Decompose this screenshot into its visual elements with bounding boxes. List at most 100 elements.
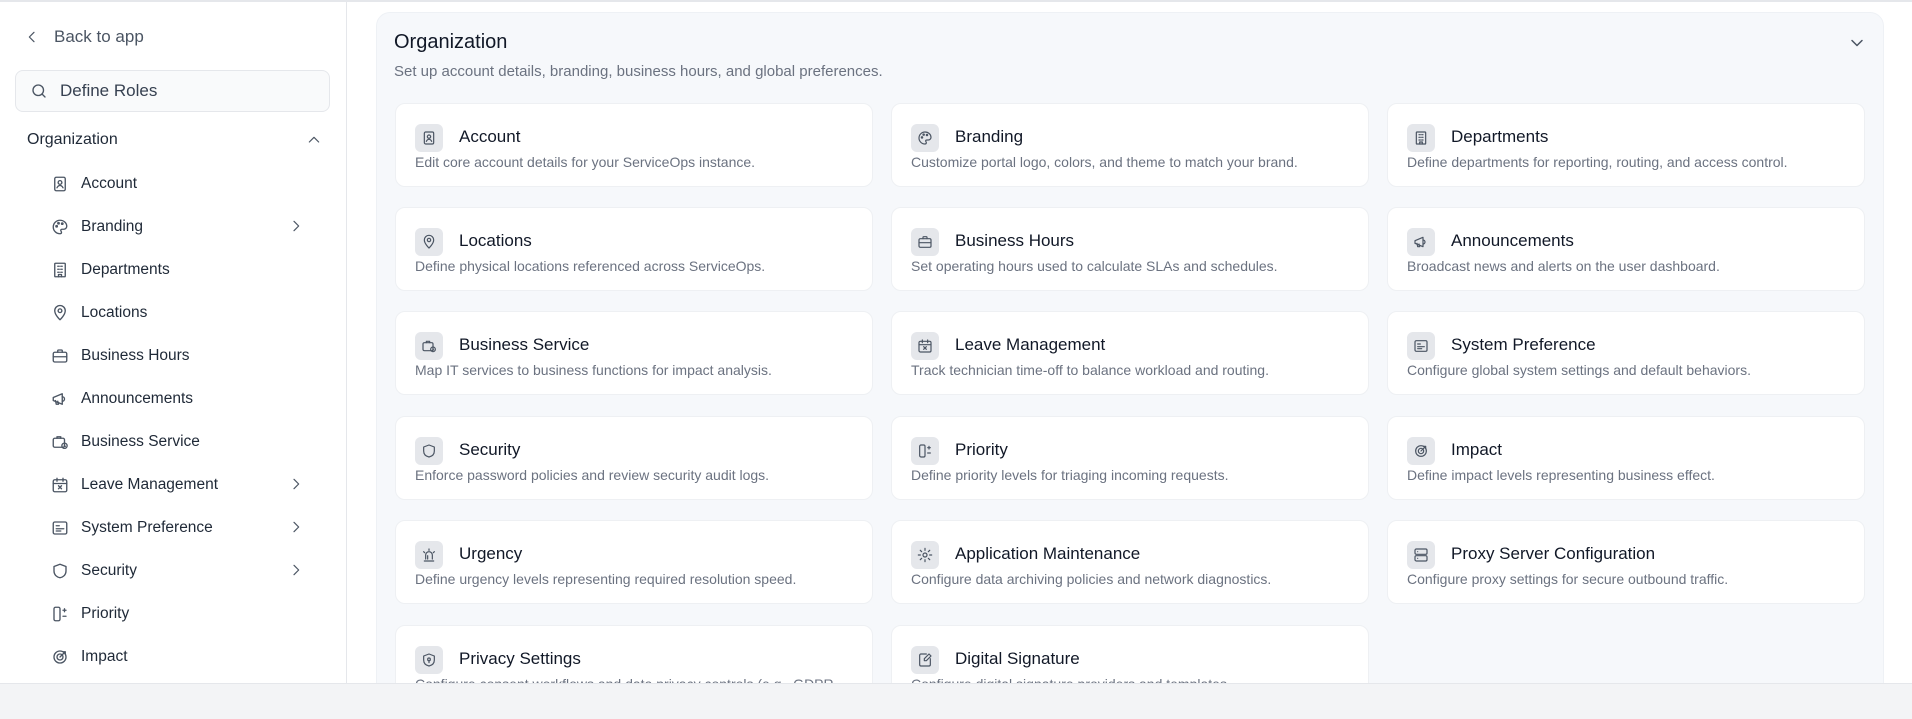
card-system-preference[interactable]: System Preference Configure global system… (1387, 311, 1865, 395)
card-title: Digital Signature (955, 649, 1080, 668)
calendar-x-icon (911, 332, 939, 360)
card-title: Application Maintenance (955, 544, 1141, 563)
card-title: Branding (955, 127, 1024, 146)
account-icon (50, 174, 70, 194)
back-to-app-label: Back to app (54, 27, 144, 46)
card-leave-management[interactable]: Leave Management Track technician time-of… (891, 311, 1369, 395)
card-title: Business Hours (955, 231, 1075, 250)
section-organization-toggle[interactable]: Organization (27, 126, 322, 154)
card-description: Define impact levels representing busine… (1407, 467, 1715, 483)
card-description: Map IT services to business functions fo… (415, 362, 772, 378)
card-privacy-settings[interactable]: Privacy Settings Configure consent workfl… (395, 625, 873, 683)
card-title: Priority (955, 440, 1008, 459)
sidebar-item-label: Business Hours (81, 346, 190, 364)
card-urgency[interactable]: Urgency Define urgency levels representin… (395, 520, 873, 604)
palette-icon (50, 217, 70, 237)
card-description: Set operating hours used to calculate SL… (911, 258, 1278, 274)
card-branding[interactable]: Branding Customize portal logo, colors, a… (891, 103, 1369, 187)
sidebar-item-label: Account (81, 174, 138, 192)
target-icon (50, 647, 70, 667)
chevron-down-icon[interactable] (1847, 33, 1867, 53)
card-account[interactable]: Account Edit core account details for you… (395, 103, 873, 187)
card-title: Account (459, 127, 521, 146)
card-description: Configure proxy settings for secure outb… (1407, 571, 1729, 587)
sidebar-item-label: Departments (81, 260, 170, 278)
map-pin-icon (50, 303, 70, 323)
card-title: Proxy Server Configuration (1451, 544, 1656, 563)
sidebar-item-impact[interactable]: Impact (38, 635, 318, 678)
card-description: Configure data archiving policies and ne… (911, 571, 1272, 587)
card-business-hours[interactable]: Business Hours Set operating hours used t… (891, 207, 1369, 291)
sidebar-item-branding[interactable]: Branding (38, 205, 318, 248)
card-description: Define physical locations referenced acr… (415, 258, 766, 274)
sidebar-item-locations[interactable]: Locations (38, 291, 318, 334)
sidebar-item-label: Locations (81, 303, 148, 321)
sidebar-item-label: Impact (81, 647, 128, 665)
business-service-icon (50, 432, 70, 452)
sidebar-item-account[interactable]: Account (38, 162, 318, 205)
sidebar: Back to app Organization Account Branding… (0, 2, 347, 683)
panel-subtitle: Set up account details, branding, busine… (394, 63, 883, 80)
card-application-maintenance[interactable]: Application Maintenance Configure data ar… (891, 520, 1369, 604)
card-title: Departments (1451, 127, 1549, 146)
building-icon (1407, 124, 1435, 152)
calendar-x-icon (50, 475, 70, 495)
card-departments[interactable]: Departments Define departments for report… (1387, 103, 1865, 187)
card-security[interactable]: Security Enforce password policies and re… (395, 416, 873, 500)
card-priority[interactable]: Priority Define priority levels for triag… (891, 416, 1369, 500)
card-business-service[interactable]: Business Service Map IT services to busin… (395, 311, 873, 395)
search-box[interactable] (15, 70, 330, 112)
card-description: Configure digital signature providers an… (911, 676, 1231, 683)
sidebar-item-label: Priority (81, 604, 130, 622)
server-icon (1407, 541, 1435, 569)
sidebar-item-priority[interactable]: Priority (38, 592, 318, 635)
shield-icon (415, 437, 443, 465)
bottom-strip (0, 683, 1912, 719)
sidebar-nav-list: Account Branding Departments Locations Busin… (38, 162, 318, 678)
account-icon (415, 124, 443, 152)
chevron-right-icon (288, 562, 304, 578)
chevron-right-icon (288, 218, 304, 234)
back-to-app-link[interactable]: Back to app (24, 24, 144, 50)
briefcase-icon (911, 228, 939, 256)
sidebar-item-security[interactable]: Security (38, 549, 318, 592)
sidebar-item-leave-management[interactable]: Leave Management (38, 463, 318, 506)
chevron-up-icon (306, 132, 322, 148)
sidebar-item-label: Leave Management (81, 475, 219, 493)
sidebar-item-label: Security (81, 561, 137, 579)
section-title: Organization (27, 131, 118, 148)
sidebar-item-business-service[interactable]: Business Service (38, 420, 318, 463)
megaphone-icon (50, 389, 70, 409)
sidebar-item-business-hours[interactable]: Business Hours (38, 334, 318, 377)
chevron-right-icon (288, 519, 304, 535)
card-digital-signature[interactable]: Digital Signature Configure digital signa… (891, 625, 1369, 683)
siren-icon (415, 541, 443, 569)
card-proxy-server-configuration[interactable]: Proxy Server Configuration Configure prox… (1387, 520, 1865, 604)
card-locations[interactable]: Locations Define physical locations refer… (395, 207, 873, 291)
sidebar-item-label: Branding (81, 217, 144, 235)
card-description: Edit core account details for your Servi… (415, 154, 756, 170)
card-title: Security (459, 440, 521, 459)
card-title: Locations (459, 231, 532, 250)
map-pin-icon (415, 228, 443, 256)
card-title: System Preference (1451, 335, 1596, 354)
card-announcements[interactable]: Announcements Broadcast news and alerts o… (1387, 207, 1865, 291)
card-description: Customize portal logo, colors, and theme… (911, 154, 1298, 170)
sidebar-item-label: System Preference (81, 518, 213, 536)
card-description: Define departments for reporting, routin… (1407, 154, 1788, 170)
palette-icon (911, 124, 939, 152)
card-description: Define priority levels for triaging inco… (911, 467, 1229, 483)
sidebar-item-announcements[interactable]: Announcements (38, 377, 318, 420)
search-input[interactable] (60, 81, 320, 101)
card-title: Urgency (459, 544, 523, 563)
priority-icon (911, 437, 939, 465)
chevron-left-icon (24, 29, 40, 45)
card-impact[interactable]: Impact Define impact levels representing … (1387, 416, 1865, 500)
sidebar-item-system-preference[interactable]: System Preference (38, 506, 318, 549)
panel-title: Organization (394, 31, 508, 53)
card-description: Configure global system settings and def… (1407, 362, 1751, 378)
sidebar-item-departments[interactable]: Departments (38, 248, 318, 291)
target-icon (1407, 437, 1435, 465)
priority-icon (50, 604, 70, 624)
chevron-right-icon (288, 476, 304, 492)
